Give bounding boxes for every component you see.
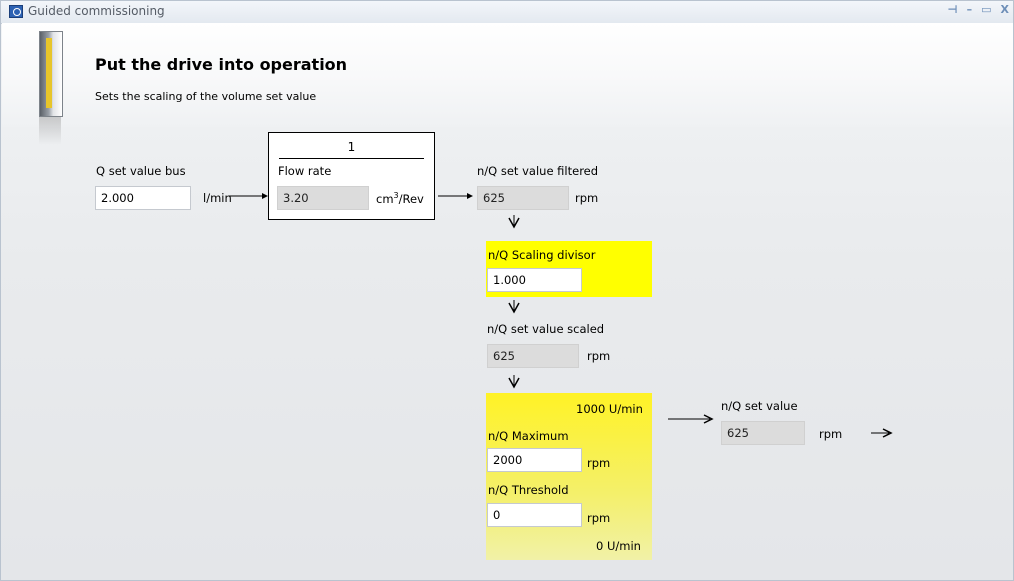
minimize-icon[interactable]: – (967, 3, 973, 16)
arrow-down-icon (508, 375, 520, 389)
flow-rate-unit-tail: /Rev (398, 191, 424, 206)
page-title: Put the drive into operation (95, 55, 348, 74)
q-set-value-bus-input[interactable]: 2.000 (95, 186, 191, 210)
filtered-value: 625 (477, 186, 569, 210)
drive-icon-reflection (39, 117, 61, 145)
guided-commissioning-window: Guided commissioning ⊣ – ▭ X Put the dri… (0, 0, 1014, 581)
threshold-label: n/Q Threshold (488, 483, 569, 497)
page-header (2, 23, 1013, 127)
scaling-divisor-input[interactable]: 1.000 (487, 268, 582, 292)
maximum-label: n/Q Maximum (488, 429, 569, 443)
threshold-input[interactable]: 0 (487, 503, 582, 527)
flow-rate-value: 3.20 (277, 186, 369, 210)
set-value-unit: rpm (819, 427, 843, 441)
drive-icon (39, 31, 63, 117)
limits-panel (486, 393, 652, 560)
flow-rate-unit-base: cm (376, 191, 394, 206)
arrow-right-icon (871, 428, 893, 438)
page-subtitle: Sets the scaling of the volume set value (95, 90, 317, 103)
flow-rate-label: Flow rate (278, 164, 332, 178)
window-title: Guided commissioning (28, 4, 165, 18)
limit-top-label: 1000 U/min (576, 402, 643, 416)
maximum-unit: rpm (587, 456, 611, 470)
arrow-down-icon (508, 215, 520, 229)
flow-rate-unit: cm3/Rev (376, 191, 424, 206)
app-icon (9, 5, 23, 18)
flow-rate-box-number: 1 (347, 140, 356, 154)
close-icon[interactable]: X (1001, 3, 1009, 16)
set-value-value: 625 (721, 421, 805, 445)
pin-icon[interactable]: ⊣ (948, 3, 958, 16)
limit-bottom-label: 0 U/min (596, 539, 641, 553)
threshold-unit: rpm (587, 511, 611, 525)
scaled-label: n/Q set value scaled (487, 322, 605, 336)
arrow-right-icon (438, 193, 473, 199)
q-set-value-bus-unit: l/min (203, 191, 232, 205)
q-set-value-bus-label: Q set value bus (96, 164, 186, 178)
scaling-divisor-label: n/Q Scaling divisor (488, 248, 596, 262)
arrow-right-icon (668, 414, 714, 424)
scaled-value: 625 (487, 344, 579, 368)
title-bar: Guided commissioning ⊣ – ▭ X (1, 1, 1013, 24)
maximum-input[interactable]: 2000 (487, 448, 582, 472)
filtered-label: n/Q set value filtered (477, 164, 599, 178)
divider (279, 158, 424, 159)
arrow-down-icon (508, 300, 520, 314)
maximize-icon[interactable]: ▭ (981, 3, 991, 16)
scaled-unit: rpm (587, 349, 611, 363)
window-controls: ⊣ – ▭ X (948, 3, 1009, 16)
filtered-unit: rpm (575, 191, 599, 205)
set-value-label: n/Q set value (721, 399, 798, 413)
arrow-right-icon (229, 193, 268, 199)
